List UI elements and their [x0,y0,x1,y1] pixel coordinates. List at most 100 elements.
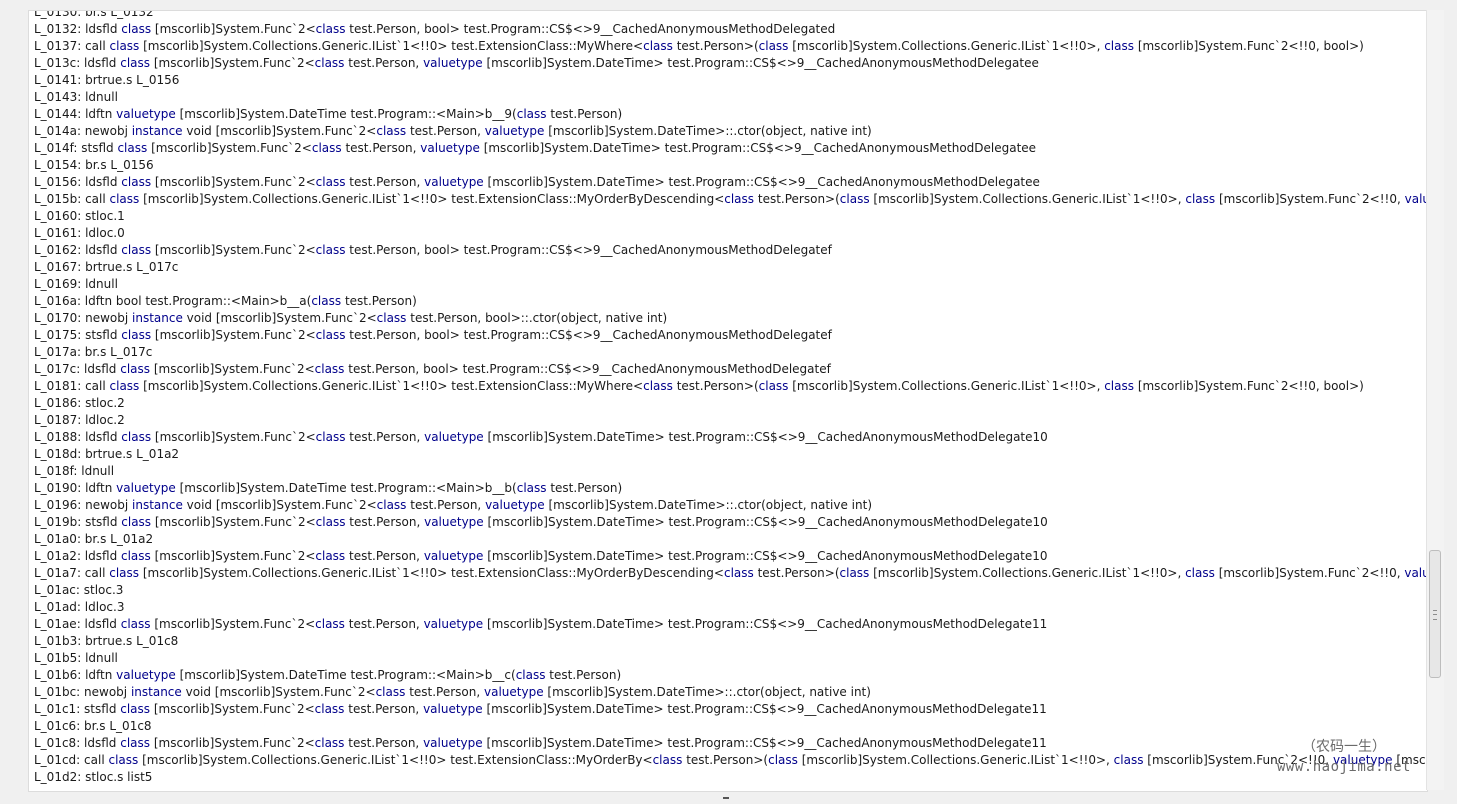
code-token: L_015b: call [34,192,110,206]
code-token: [mscorlib]System.DateTime> test.Program:… [482,702,1047,716]
code-token: test.Person, [345,515,425,529]
keyword-token: class [1104,379,1134,393]
keyword-token: class [643,379,673,393]
keyword-token: valuetype [423,56,483,70]
keyword-token: valuetype [424,175,484,189]
keyword-token: class [121,22,152,36]
code-token: [mscorlib]System.Func`2<!!0, [1215,192,1405,206]
code-token: L_0188: ldsfld [34,430,122,444]
code-token: L_0196: newobj [34,498,132,512]
code-line: L_014f: stsfld class [mscorlib]System.Fu… [34,140,1427,157]
keyword-token: valuetype [423,736,483,750]
code-token: test.Person, [344,736,424,750]
code-token: test.Person, bool> test.Program::CS$<>9_… [345,243,832,257]
code-token: L_01bc: newobj [34,685,131,699]
code-token: [mscorlib]System.DateTime>::.ctor(object… [544,498,873,512]
code-line: L_0143: ldnull [34,89,1427,106]
code-token: [mscorlib]System.DateTime> test.Program:… [483,515,1048,529]
code-token: [mscorlib]System.DateTime> test.Program:… [483,617,1048,631]
code-token: [mscorlib]System.DateTime test.Program::… [175,107,517,121]
code-line: L_0141: brtrue.s L_0156 [34,72,1427,89]
code-line: L_01b5: ldnull [34,650,1427,667]
code-line: L_01c6: br.s L_01c8 [34,718,1427,735]
keyword-token: class [315,22,346,36]
code-token: L_01a7: call [34,566,110,580]
keyword-token: class [839,566,870,580]
code-token: L_01c8: ldsfld [34,736,121,750]
scrollbar-thumb[interactable] [1429,550,1441,678]
code-token: [mscorlib]System.Collections.Generic.ILi… [139,379,644,393]
code-token: [mscorlib]System.Func`2< [150,362,315,376]
code-token: L_0154: br.s L_0156 [34,158,154,172]
code-token: [mscorlib]System.Collections.Generic.ILi… [788,379,1105,393]
code-line: L_017a: br.s L_017c [34,344,1427,361]
code-token: [mscorlib]System.Collections.Generic.ILi… [139,566,724,580]
code-token: L_0181: call [34,379,110,393]
code-line: L_01b6: ldftn valuetype [mscorlib]System… [34,667,1427,684]
code-token: test.Person>( [753,566,840,580]
code-token: L_017a: br.s L_017c [34,345,153,359]
code-line: L_0188: ldsfld class [mscorlib]System.Fu… [34,429,1427,446]
keyword-token: valuetype [484,685,544,699]
keyword-token: class [315,549,346,563]
keyword-token: valuetype [484,124,545,138]
code-line: L_0175: stsfld class [mscorlib]System.Fu… [34,327,1427,344]
code-token: L_01cd: call [34,753,109,767]
code-token: test.Person) [341,294,417,308]
code-token: L_0161: ldloc.0 [34,226,125,240]
keyword-token: class [758,39,789,53]
code-token: [mscorlib]System.Collections.Generic.ILi… [138,753,653,767]
vertical-scrollbar[interactable] [1426,10,1444,790]
keyword-token: class [121,430,152,444]
code-line: L_01a7: call class [mscorlib]System.Coll… [34,565,1427,582]
code-token: test.Person, bool> test.Program::CS$<>9_… [345,22,836,36]
code-token: L_0169: ldnull [34,277,118,291]
code-token: L_01ae: ldsfld [34,617,121,631]
keyword-token: class [314,56,345,70]
keyword-token: valuetype [423,617,484,631]
keyword-token: instance [132,498,183,512]
code-token: L_018f: ldnull [34,464,115,478]
code-token: test.Person) [546,481,623,495]
code-token: [mscorlib]System.Func`2< [150,56,315,70]
code-token: L_0141: brtrue.s L_0156 [34,73,180,87]
keyword-token: class [109,566,140,580]
code-token: [mscorlib]System.DateTime test.Program::… [175,481,517,495]
code-token: L_01b3: brtrue.s L_01c8 [34,634,179,648]
code-token: L_0190: ldftn [34,481,117,495]
keyword-token: class [109,379,140,393]
keyword-token: valuetype [1404,192,1428,206]
keyword-token: class [375,685,406,699]
code-line: L_015b: call class [mscorlib]System.Coll… [34,191,1428,208]
keyword-token: valuetype [485,498,545,512]
code-token: L_01ac: stloc.3 [34,583,124,597]
code-line: L_0167: brtrue.s L_017c [34,259,1427,276]
keyword-token: class [758,379,789,393]
keyword-token: class [376,498,407,512]
keyword-token: class [311,294,342,308]
keyword-token: class [376,124,407,138]
keyword-token: class [516,107,547,121]
keyword-token: class [121,515,152,529]
code-token: [mscorlib]System.Func`2< [151,243,316,257]
keyword-token: class [376,311,407,325]
code-line: L_0169: ldnull [34,276,1427,293]
code-token: L_0162: ldsfld [34,243,122,257]
code-token: L_01b5: ldnull [34,651,118,665]
keyword-token: valuetype [420,141,480,155]
keyword-token: class [768,753,798,767]
code-token: [mscorlib]System.Func`2< [151,430,316,444]
code-token: test.Person, [345,175,425,189]
code-token: test.Person, [345,549,424,563]
code-token: L_0167: brtrue.s L_017c [34,260,179,274]
code-line: L_0154: br.s L_0156 [34,157,1427,174]
grip-icon [1433,610,1437,620]
keyword-token: class [121,328,152,342]
code-token: test.Person, [406,498,486,512]
keyword-token: class [108,753,139,767]
code-token: test.Person>( [682,753,769,767]
code-token: L_0187: ldloc.2 [34,413,125,427]
il-code-viewer[interactable]: L_0130: br.s L_0132 L_0132: ldsfld class … [28,10,1428,792]
code-line: L_017c: ldsfld class [mscorlib]System.Fu… [34,361,1427,378]
keyword-token: instance [130,685,182,699]
